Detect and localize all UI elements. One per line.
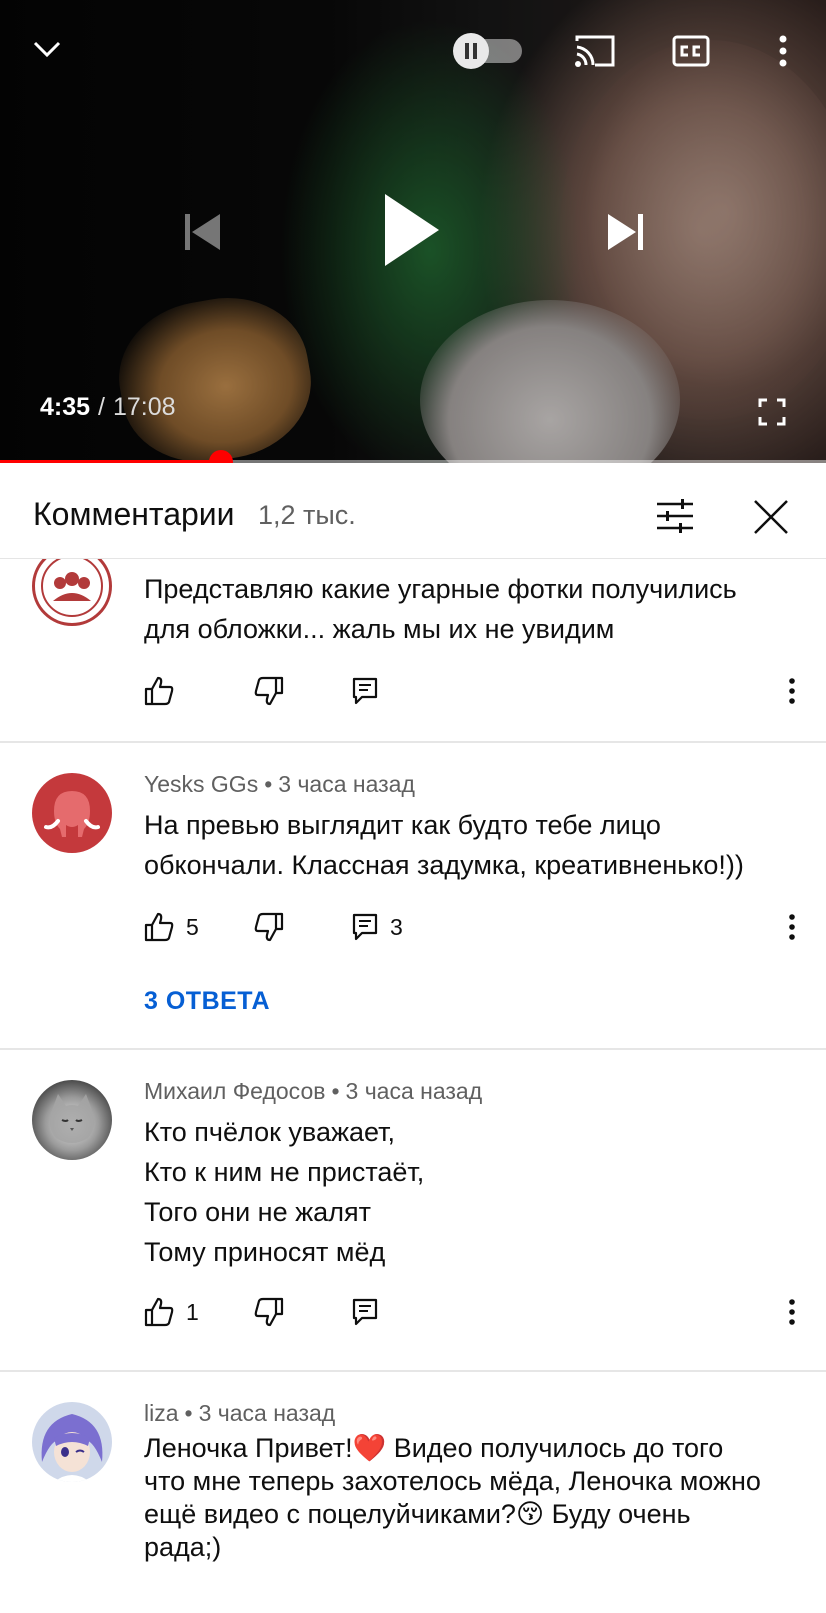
reply-count: 3 — [390, 913, 403, 940]
comment-actions: 5 3 — [144, 907, 804, 947]
comment-author[interactable]: Михаил Федосов — [144, 1078, 325, 1104]
comments-list[interactable]: Представляю какие угарные фотки получили… — [0, 559, 826, 1613]
like-count: 1 — [186, 1298, 199, 1325]
like-button[interactable]: 1 — [144, 1292, 199, 1332]
comment-menu-icon[interactable] — [780, 671, 804, 711]
current-time: 4:35 — [40, 393, 91, 421]
comment-item: Михаил Федосов • 3 часа назад Кто пчёлок у… — [0, 1050, 826, 1370]
comments-title: Комментарии — [33, 496, 235, 532]
avatar[interactable] — [32, 1080, 112, 1160]
comment-time: 3 часа назад — [345, 1078, 483, 1104]
sort-filter-icon[interactable] — [652, 496, 698, 536]
video-player[interactable]: 4:35 / 17:08 — [0, 0, 826, 463]
reply-comment-icon — [352, 677, 378, 705]
reply-button[interactable] — [352, 1292, 378, 1332]
comment-item: liza • 3 часа назад Леночка Привет!❤️ Виде… — [0, 1372, 826, 1613]
avatar[interactable] — [32, 1402, 112, 1482]
comment-menu-icon[interactable] — [780, 1292, 804, 1332]
video-duration: 17:08 — [113, 393, 176, 421]
avatar[interactable] — [32, 559, 112, 626]
progress-fill — [0, 460, 221, 463]
next-video-icon[interactable] — [602, 208, 650, 256]
more-options-icon[interactable] — [768, 30, 798, 72]
previous-video-icon — [178, 208, 226, 256]
dislike-button[interactable] — [254, 671, 284, 711]
like-button[interactable] — [144, 671, 174, 711]
playback-time: 4:35 / 17:08 — [40, 393, 176, 422]
thumbs-up-icon — [144, 1297, 174, 1327]
dislike-button[interactable] — [254, 907, 284, 947]
comment-time: 3 часа назад — [198, 1400, 336, 1426]
comment-meta: liza • 3 часа назад — [144, 1400, 336, 1426]
like-count: 5 — [186, 913, 199, 940]
time-separator: / — [98, 393, 105, 421]
close-icon[interactable] — [750, 496, 792, 538]
comment-text: Представляю какие угарные фотки получили… — [144, 574, 737, 644]
dislike-button[interactable] — [254, 1292, 284, 1332]
comment-text: На превью выглядит как будто тебе лицо о… — [144, 810, 744, 880]
comment-item: Представляю какие угарные фотки получили… — [0, 559, 826, 721]
comment-actions — [144, 671, 804, 711]
thumbs-down-icon — [254, 912, 284, 942]
reply-button[interactable] — [352, 671, 378, 711]
comment-menu-icon[interactable] — [780, 907, 804, 947]
comment-text: Леночка Привет!❤️ Видео получилось до то… — [144, 1433, 761, 1562]
progress-bar[interactable] — [0, 450, 826, 463]
comment-item: Yesks GGs • 3 часа назад На превью выгляди… — [0, 743, 826, 1048]
avatar[interactable] — [32, 773, 112, 853]
thumbs-up-icon — [144, 912, 174, 942]
comment-actions: 1 — [144, 1292, 804, 1332]
cast-icon[interactable] — [572, 30, 618, 72]
view-replies-link[interactable]: 3 ОТВЕТА — [144, 987, 270, 1016]
thumbs-down-icon — [254, 676, 284, 706]
thumbs-down-icon — [254, 1297, 284, 1327]
like-button[interactable]: 5 — [144, 907, 199, 947]
autoplay-toggle[interactable] — [452, 32, 524, 70]
reply-comment-icon — [352, 1298, 378, 1326]
comment-author[interactable]: liza — [144, 1400, 179, 1426]
reply-button[interactable]: 3 — [352, 907, 403, 947]
closed-captions-icon[interactable] — [670, 30, 712, 72]
comment-meta: Yesks GGs • 3 часа назад — [144, 771, 415, 797]
minimize-chevron-icon[interactable] — [24, 26, 70, 72]
comments-header: Комментарии 1,2 тыс. — [0, 472, 826, 559]
comment-text: Кто пчёлок уважает, Кто к ним не пристаё… — [144, 1117, 425, 1267]
reply-comment-icon — [352, 913, 378, 941]
comment-meta: Михаил Федосов • 3 часа назад — [144, 1078, 483, 1104]
thumbs-up-icon — [144, 676, 174, 706]
fullscreen-icon[interactable] — [752, 392, 792, 432]
comment-author[interactable]: Yesks GGs — [144, 771, 258, 797]
play-icon[interactable] — [378, 190, 444, 270]
comments-count: 1,2 тыс. — [258, 500, 356, 530]
comment-time: 3 часа назад — [278, 771, 415, 797]
